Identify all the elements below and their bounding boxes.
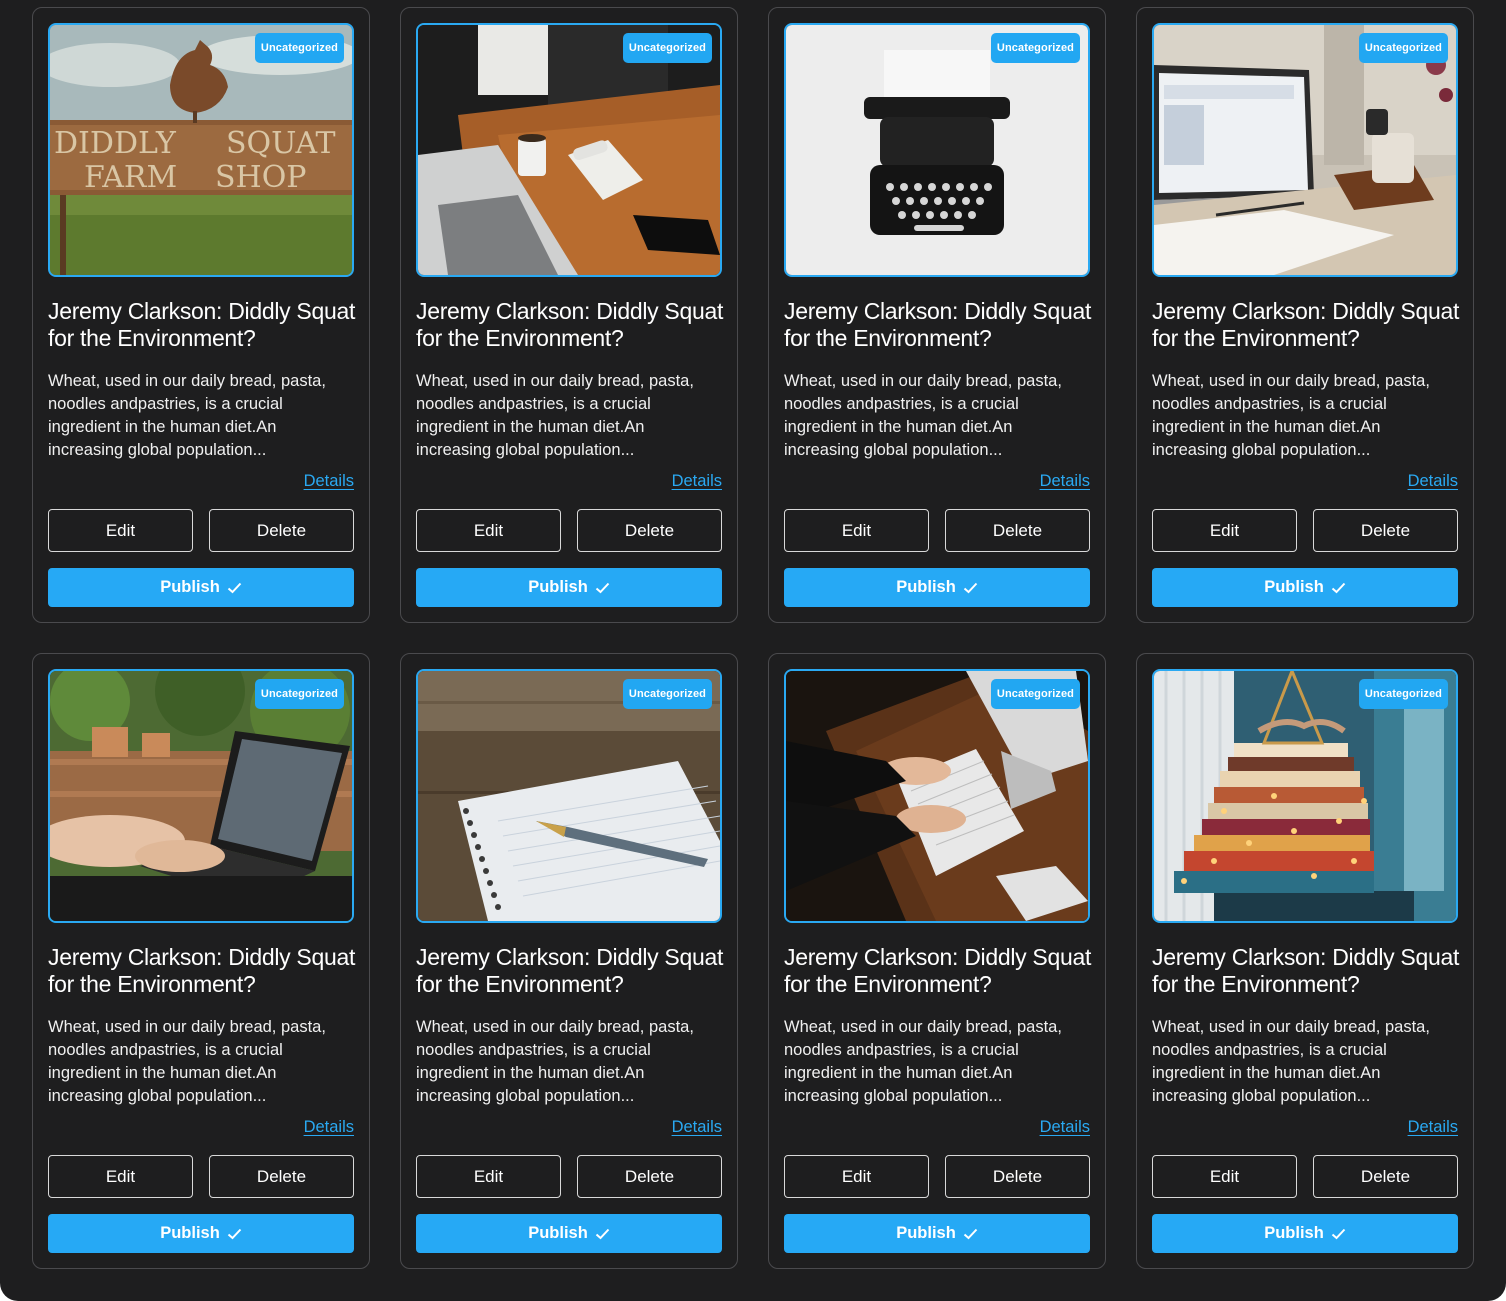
post-thumbnail[interactable]: Uncategorized: [1152, 669, 1458, 923]
post-thumbnail[interactable]: Uncategorized: [416, 23, 722, 277]
category-badge[interactable]: Uncategorized: [254, 679, 344, 709]
edit-button[interactable]: Edit: [784, 1155, 929, 1198]
post-excerpt: Wheat, used in our daily bread, pasta, n…: [48, 1018, 326, 1105]
check-icon: [963, 1228, 978, 1239]
publish-button[interactable]: Publish: [1152, 1214, 1458, 1253]
post-title[interactable]: Jeremy Clarkson: Diddly Squat for the En…: [1152, 944, 1472, 998]
post-title[interactable]: Jeremy Clarkson: Diddly Squat for the En…: [1152, 298, 1472, 352]
post-card: DIDDLY SQUAT FARM SHOP Uncategorized Jer…: [32, 7, 370, 623]
post-title[interactable]: Jeremy Clarkson: Diddly Squat for the En…: [784, 298, 1104, 352]
details-link[interactable]: Details: [1408, 472, 1458, 491]
category-badge[interactable]: Uncategorized: [1358, 33, 1448, 63]
post-title[interactable]: Jeremy Clarkson: Diddly Squat for the En…: [784, 944, 1104, 998]
publish-button[interactable]: Publish: [784, 568, 1090, 607]
details-link[interactable]: Details: [672, 1118, 722, 1137]
publish-label: Publish: [1264, 1224, 1324, 1242]
publish-button[interactable]: Publish: [48, 568, 354, 607]
post-card: Uncategorized Jeremy Clarkson: Diddly Sq…: [400, 7, 738, 623]
edit-button[interactable]: Edit: [48, 509, 193, 552]
check-icon: [595, 1228, 610, 1239]
post-card: Uncategorized Jeremy Clarkson: Diddly Sq…: [1136, 653, 1474, 1269]
publish-label: Publish: [896, 1224, 956, 1242]
check-icon: [595, 582, 610, 593]
svg-text:SQUAT: SQUAT: [226, 126, 336, 161]
post-title[interactable]: Jeremy Clarkson: Diddly Squat for the En…: [48, 298, 368, 352]
delete-button[interactable]: Delete: [577, 509, 722, 552]
check-icon: [227, 1228, 242, 1239]
details-link[interactable]: Details: [1040, 472, 1090, 491]
details-link[interactable]: Details: [1040, 1118, 1090, 1137]
publish-button[interactable]: Publish: [1152, 568, 1458, 607]
details-link[interactable]: Details: [672, 472, 722, 491]
post-excerpt: Wheat, used in our daily bread, pasta, n…: [416, 1018, 694, 1105]
post-thumbnail[interactable]: Uncategorized: [784, 23, 1090, 277]
details-link[interactable]: Details: [304, 1118, 354, 1137]
post-grid-page: DIDDLY SQUAT FARM SHOP Uncategorized Jer…: [0, 0, 1506, 1301]
publish-label: Publish: [160, 578, 220, 596]
publish-button[interactable]: Publish: [784, 1214, 1090, 1253]
delete-button[interactable]: Delete: [945, 509, 1090, 552]
post-card: Uncategorized Jeremy Clarkson: Diddly Sq…: [32, 653, 370, 1269]
check-icon: [227, 582, 242, 593]
category-badge[interactable]: Uncategorized: [990, 33, 1080, 63]
post-excerpt: Wheat, used in our daily bread, pasta, n…: [784, 1018, 1062, 1105]
delete-button[interactable]: Delete: [1313, 1155, 1458, 1198]
check-icon: [963, 582, 978, 593]
post-thumbnail[interactable]: Uncategorized: [48, 669, 354, 923]
delete-button[interactable]: Delete: [1313, 509, 1458, 552]
publish-label: Publish: [528, 578, 588, 596]
post-card: Uncategorized Jeremy Clarkson: Diddly Sq…: [400, 653, 738, 1269]
post-card: Uncategorized Jeremy Clarkson: Diddly Sq…: [1136, 7, 1474, 623]
category-badge[interactable]: Uncategorized: [622, 679, 712, 709]
category-badge[interactable]: Uncategorized: [622, 33, 712, 63]
edit-button[interactable]: Edit: [1152, 509, 1297, 552]
post-excerpt: Wheat, used in our daily bread, pasta, n…: [48, 372, 326, 459]
category-badge[interactable]: Uncategorized: [990, 679, 1080, 709]
post-excerpt: Wheat, used in our daily bread, pasta, n…: [784, 372, 1062, 459]
delete-button[interactable]: Delete: [209, 1155, 354, 1198]
publish-label: Publish: [1264, 578, 1324, 596]
publish-label: Publish: [896, 578, 956, 596]
publish-button[interactable]: Publish: [416, 1214, 722, 1253]
post-thumbnail[interactable]: DIDDLY SQUAT FARM SHOP Uncategorized: [48, 23, 354, 277]
post-card: Uncategorized Jeremy Clarkson: Diddly Sq…: [768, 653, 1106, 1269]
check-icon: [1331, 1228, 1346, 1239]
post-title[interactable]: Jeremy Clarkson: Diddly Squat for the En…: [48, 944, 368, 998]
publish-label: Publish: [160, 1224, 220, 1242]
category-badge[interactable]: Uncategorized: [1358, 679, 1448, 709]
post-excerpt: Wheat, used in our daily bread, pasta, n…: [1152, 372, 1430, 459]
details-link[interactable]: Details: [1408, 1118, 1458, 1137]
edit-button[interactable]: Edit: [784, 509, 929, 552]
edit-button[interactable]: Edit: [416, 509, 561, 552]
svg-text:DIDDLY: DIDDLY: [54, 126, 177, 161]
post-excerpt: Wheat, used in our daily bread, pasta, n…: [1152, 1018, 1430, 1105]
edit-button[interactable]: Edit: [416, 1155, 561, 1198]
post-card-grid: DIDDLY SQUAT FARM SHOP Uncategorized Jer…: [32, 7, 1474, 1269]
details-link[interactable]: Details: [304, 472, 354, 491]
delete-button[interactable]: Delete: [209, 509, 354, 552]
post-excerpt: Wheat, used in our daily bread, pasta, n…: [416, 372, 694, 459]
edit-button[interactable]: Edit: [1152, 1155, 1297, 1198]
publish-button[interactable]: Publish: [416, 568, 722, 607]
post-title[interactable]: Jeremy Clarkson: Diddly Squat for the En…: [416, 944, 736, 998]
post-thumbnail[interactable]: Uncategorized: [416, 669, 722, 923]
post-thumbnail[interactable]: Uncategorized: [784, 669, 1090, 923]
post-card: Uncategorized Jeremy Clarkson: Diddly Sq…: [768, 7, 1106, 623]
delete-button[interactable]: Delete: [945, 1155, 1090, 1198]
svg-text:SHOP: SHOP: [215, 160, 307, 195]
check-icon: [1331, 582, 1346, 593]
delete-button[interactable]: Delete: [577, 1155, 722, 1198]
svg-text:FARM: FARM: [84, 160, 177, 195]
post-title[interactable]: Jeremy Clarkson: Diddly Squat for the En…: [416, 298, 736, 352]
post-thumbnail[interactable]: Uncategorized: [1152, 23, 1458, 277]
edit-button[interactable]: Edit: [48, 1155, 193, 1198]
publish-button[interactable]: Publish: [48, 1214, 354, 1253]
category-badge[interactable]: Uncategorized: [254, 33, 344, 63]
publish-label: Publish: [528, 1224, 588, 1242]
